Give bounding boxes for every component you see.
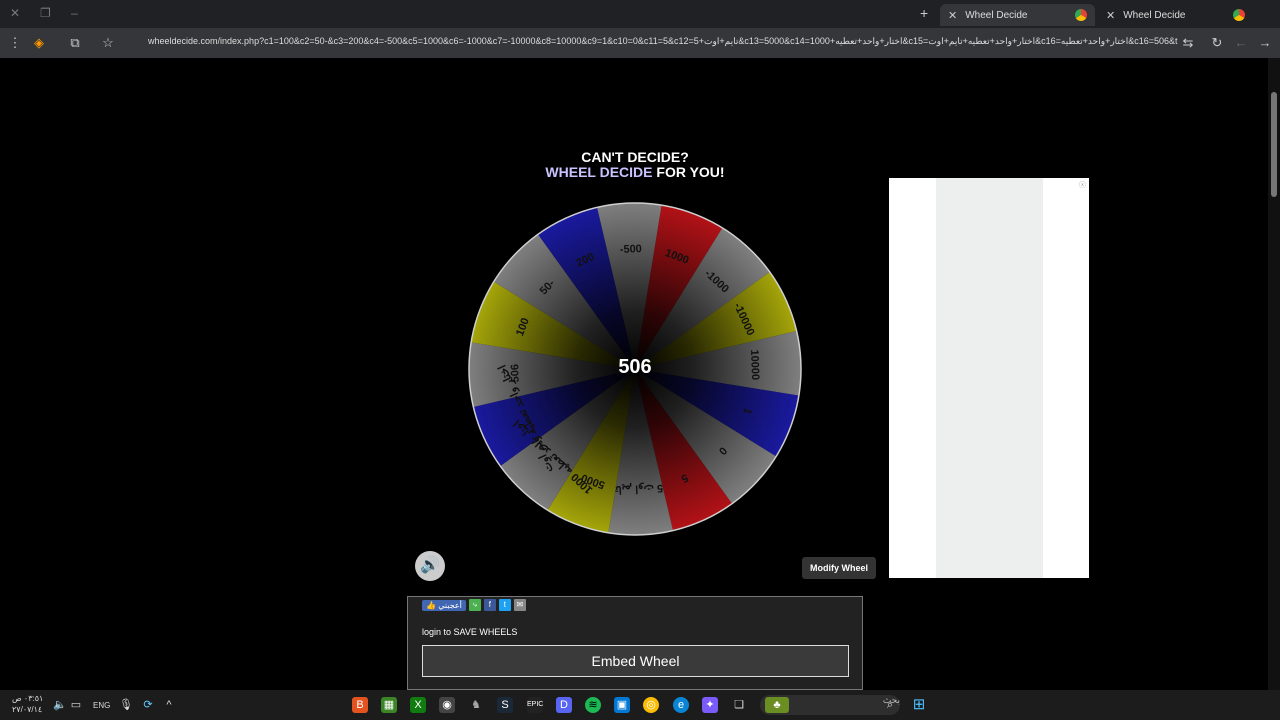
address-bar[interactable]: wheeldecide.com/index.php?c1=100&c2=50-&… — [148, 36, 1178, 47]
close-tab-icon[interactable]: ✕ — [1106, 9, 1115, 22]
edge-app-icon[interactable]: e — [673, 697, 689, 713]
close-tab-icon[interactable]: ✕ — [948, 9, 957, 22]
language-indicator[interactable]: ENG — [93, 701, 110, 710]
reload-icon[interactable]: ↻ — [1208, 34, 1226, 52]
embed-wheel-button[interactable]: Embed Wheel — [422, 645, 849, 677]
app-icon[interactable]: ♞ — [468, 697, 484, 713]
tab-title: Wheel Decide — [1123, 9, 1186, 21]
wheel-segment-label: 5 تایم اوت — [615, 482, 663, 496]
ad-close-icon[interactable]: ⓧ — [1079, 180, 1086, 190]
brave-shield-icon[interactable]: ◈ — [30, 34, 48, 52]
search-highlight-icon: ♣ — [765, 697, 789, 713]
task-view-icon[interactable]: ❏ — [731, 697, 747, 713]
sound-toggle-button[interactable]: 🔊 — [415, 551, 445, 581]
facebook-icon[interactable]: f — [483, 599, 496, 611]
store-app-icon[interactable]: ▣ — [614, 697, 630, 713]
modify-wheel-button[interactable]: Modify Wheel — [802, 557, 876, 579]
steam-app-icon[interactable]: S — [497, 697, 513, 713]
site-settings-icon[interactable]: ⇆ — [1179, 34, 1197, 52]
speaker-icon: 🔊 — [420, 557, 440, 574]
discord-app-icon[interactable]: D — [556, 697, 572, 713]
heading-line2: FOR YOU! — [652, 164, 725, 180]
heading-line1: CAN'T DECIDE? — [581, 149, 689, 165]
wheel-favicon-icon — [1233, 9, 1245, 21]
spotify-app-icon[interactable]: ≋ — [585, 697, 601, 713]
email-icon[interactable]: ✉ — [513, 599, 526, 611]
page-heading: CAN'T DECIDE? WHEEL DECIDE FOR YOU! — [500, 150, 770, 180]
clock-time[interactable]: ٠٣:٥١ ص — [12, 694, 43, 703]
like-label: أعجبني — [438, 600, 462, 610]
new-tab-icon[interactable]: + — [920, 5, 928, 21]
extensions-icon[interactable]: ⧉ — [66, 34, 84, 52]
heading-accent: WHEEL DECIDE — [545, 164, 653, 180]
wheel-favicon-icon — [1075, 9, 1087, 21]
ad-banner[interactable]: ⓧ — [889, 178, 1089, 578]
minecraft-app-icon[interactable]: ▦ — [381, 697, 397, 713]
copilot-app-icon[interactable]: ✦ — [702, 697, 718, 713]
bookmark-star-icon[interactable]: ☆ — [99, 34, 117, 52]
minimize-window-icon[interactable]: – — [71, 6, 78, 20]
tray-expand-icon[interactable]: ^ — [161, 697, 177, 713]
close-window-icon[interactable]: ✕ — [10, 6, 20, 20]
network-icon[interactable]: ▭ — [68, 697, 84, 713]
wheel-result: 506 — [618, 356, 652, 378]
like-button[interactable]: 👍 أعجبني — [422, 599, 466, 611]
forward-icon[interactable]: ← — [1232, 34, 1250, 52]
restore-window-icon[interactable]: ❐ — [40, 6, 51, 20]
sync-icon[interactable]: ⟳ — [140, 697, 156, 713]
epic-games-app-icon[interactable]: EPIC — [527, 697, 543, 713]
tab-title: Wheel Decide — [965, 9, 1028, 21]
wheel-segment-label: 506 — [509, 364, 522, 383]
recording-app-icon[interactable]: ◉ — [439, 697, 455, 713]
xbox-app-icon[interactable]: X — [410, 697, 426, 713]
back-icon[interactable]: → — [1256, 34, 1274, 52]
volume-icon[interactable]: 🔈 — [52, 697, 68, 713]
login-link[interactable]: login to SAVE WHEELS — [422, 627, 517, 637]
wheel-options-panel: 👍 أعجبني ⤷ f t ✉ login to SAVE WHEELS Em… — [407, 596, 863, 690]
brave-app-icon[interactable]: B — [352, 697, 368, 713]
twitter-icon[interactable]: t — [498, 599, 511, 611]
browser-toolbar: ⋮ ◈ ⧉ ☆ wheeldecide.com/index.php?c1=100… — [0, 28, 1280, 58]
social-share-bar: 👍 أعجبني ⤷ f t ✉ — [422, 599, 526, 611]
wheel-segment-label: -500 — [620, 243, 642, 256]
tab-inactive[interactable]: ✕ Wheel Decide — [1098, 4, 1253, 26]
scrollbar-thumb[interactable] — [1271, 92, 1277, 197]
thumbs-up-icon: 👍 — [426, 600, 436, 610]
wheel-segment-label: 10000 — [748, 349, 761, 380]
menu-dots-icon[interactable]: ⋮ — [6, 34, 24, 52]
chrome-app-icon[interactable]: ◎ — [643, 697, 659, 713]
windows-taskbar: ٠٣:٥١ ص ٢٧/٠٧/١٤ 🔈 ▭ ENG 🎙 ⟳ ^ B ▦ X ◉ ♞… — [0, 690, 1280, 720]
share-icon[interactable]: ⤷ — [468, 599, 481, 611]
ad-content — [936, 178, 1043, 578]
browser-chrome: ✕ ❐ – + ✕ Wheel Decide ✕ Wheel Decide ⋮ … — [0, 0, 1280, 58]
windows-start-icon[interactable]: ⊞ — [911, 697, 927, 713]
tab-bar: ✕ ❐ – + ✕ Wheel Decide ✕ Wheel Decide — [0, 0, 1280, 28]
search-icon[interactable]: ⌕ — [882, 697, 898, 713]
clock-date[interactable]: ٢٧/٠٧/١٤ — [12, 705, 42, 714]
microphone-icon[interactable]: 🎙 — [118, 697, 134, 713]
tab-active[interactable]: ✕ Wheel Decide — [940, 4, 1095, 26]
